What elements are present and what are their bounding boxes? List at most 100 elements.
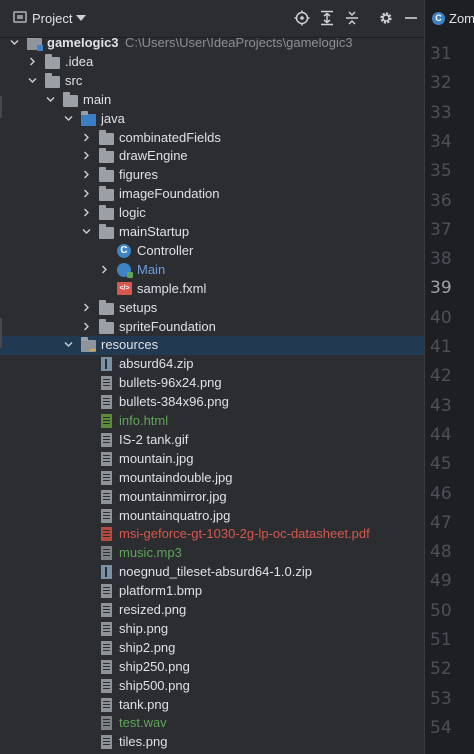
chevron-right-icon[interactable]: [82, 303, 91, 312]
chevron-right-icon[interactable]: [82, 151, 91, 160]
expand-all-icon[interactable]: [318, 10, 336, 28]
tree-item-label: setups: [119, 299, 158, 315]
chevron-right-icon[interactable]: [82, 170, 91, 179]
tree-item-label: resized.png: [119, 602, 187, 617]
chevron-right-icon[interactable]: [82, 322, 91, 331]
tree-item[interactable]: tiles.png: [0, 733, 424, 752]
tree-item[interactable]: setups: [0, 299, 424, 318]
tree-item-label: sample.fxml: [137, 280, 207, 296]
line-number: 37: [430, 219, 452, 240]
line-number: 51: [430, 630, 452, 650]
tree-item-label: tank.png: [119, 696, 169, 712]
tree-item[interactable]: tank.png: [0, 696, 424, 715]
tree-item[interactable]: logic: [0, 204, 424, 223]
tree-item[interactable]: resources: [0, 336, 424, 356]
tree-item-label: msi-geforce-gt-1030-2g-lp-oc-datasheet.p…: [119, 526, 370, 542]
html-file-icon: [99, 414, 114, 429]
chevron-right-icon[interactable]: [82, 208, 91, 217]
project-window-icon[interactable]: [13, 11, 27, 23]
tree-item-label: mountain.jpg: [119, 450, 194, 466]
tree-item[interactable]: platform1.bmp: [0, 582, 424, 601]
sidebar-edge-marker: [0, 318, 2, 348]
tree-item-label: mountainmirror.jpg: [119, 488, 227, 504]
tree-item[interactable]: </> sample.fxml: [0, 280, 424, 299]
tree-item[interactable]: drawEngine: [0, 147, 424, 166]
tree-item[interactable]: java: [0, 110, 424, 129]
tree-item[interactable]: figures: [0, 166, 424, 185]
tree-item-label: mountaindouble.jpg: [119, 469, 233, 485]
line-number: 41: [430, 337, 452, 357]
project-title[interactable]: Project: [32, 11, 72, 26]
tree-item[interactable]: combinatedFields: [0, 129, 424, 148]
locate-icon[interactable]: [293, 10, 311, 28]
chevron-down-icon[interactable]: [28, 76, 37, 85]
audio-file-icon: [99, 546, 114, 561]
project-tree[interactable]: gamelogic3 C:\Users\User\IdeaProjects\gam…: [0, 38, 424, 754]
tree-item[interactable]: spriteFoundation: [0, 318, 424, 337]
collapse-all-icon[interactable]: [343, 10, 361, 28]
tree-item[interactable]: info.html: [0, 412, 424, 431]
tree-item[interactable]: mountain.jpg: [0, 450, 424, 469]
tree-item-label: IS-2 tank.gif: [119, 431, 189, 447]
tree-item[interactable]: ship250.png: [0, 658, 424, 677]
chevron-right-icon[interactable]: [82, 189, 91, 198]
chevron-down-icon[interactable]: [46, 95, 55, 104]
tree-item[interactable]: absurd64.zip: [0, 355, 424, 374]
tree-item[interactable]: bullets-384x96.png: [0, 393, 424, 412]
tree-item[interactable]: gamelogic3 C:\Users\User\IdeaProjects\gam…: [0, 38, 424, 53]
tree-item[interactable]: ship500.png: [0, 677, 424, 696]
image-file-icon: [99, 395, 114, 410]
zip-file-icon: [99, 565, 114, 580]
tree-item-label: drawEngine: [119, 148, 188, 164]
sidebar-edge-marker: [0, 96, 2, 118]
tree-item[interactable]: IS-2 tank.gif: [0, 431, 424, 450]
chevron-right-icon[interactable]: [28, 57, 37, 66]
tree-item[interactable]: msi-geforce-gt-1030-2g-lp-oc-datasheet.p…: [0, 525, 424, 544]
project-path: C:\Users\User\IdeaProjects\gamelogic3: [125, 38, 353, 50]
chevron-down-icon[interactable]: [64, 340, 73, 349]
tree-item[interactable]: C Controller: [0, 242, 424, 261]
chevron-down-icon[interactable]: [76, 15, 86, 21]
tree-item[interactable]: mountainmirror.jpg: [0, 488, 424, 507]
tree-item[interactable]: mainStartup: [0, 223, 424, 242]
tree-item[interactable]: mountainquatro.jpg: [0, 507, 424, 526]
image-file-icon: [99, 621, 114, 637]
tree-item[interactable]: noegnud_tileset-absurd64-1.0.zip: [0, 563, 424, 582]
image-file-icon: [99, 376, 114, 391]
resources-folder-icon: [81, 337, 96, 353]
tree-item[interactable]: imageFoundation: [0, 185, 424, 204]
editor-tab-label: Zom: [449, 11, 474, 26]
tree-item-label: spriteFoundation: [119, 318, 216, 334]
line-number: 40: [430, 307, 452, 328]
tree-item[interactable]: mountaindouble.jpg: [0, 469, 424, 488]
tree-item[interactable]: ship.png: [0, 620, 424, 639]
tree-item[interactable]: test.wav: [0, 714, 424, 733]
chevron-down-icon[interactable]: [64, 114, 73, 123]
minimize-icon[interactable]: [402, 10, 420, 28]
tree-item[interactable]: music.mp3: [0, 544, 424, 563]
chevron-right-icon[interactable]: [82, 133, 91, 142]
chevron-down-icon[interactable]: [10, 38, 19, 47]
tree-item-label: mountainquatro.jpg: [119, 507, 231, 523]
line-number: 36: [430, 190, 452, 211]
editor-tab[interactable]: C Zom: [424, 0, 474, 38]
gear-icon[interactable]: [377, 10, 395, 28]
line-number: 33: [430, 102, 452, 123]
tree-item[interactable]: .idea: [0, 53, 424, 72]
tree-item-label: info.html: [119, 413, 169, 428]
tree-item[interactable]: Main: [0, 261, 424, 280]
chevron-down-icon[interactable]: [82, 227, 91, 236]
chevron-right-icon[interactable]: [100, 265, 109, 274]
tree-item-label: combinatedFields: [119, 129, 221, 145]
tree-item[interactable]: ship2.png: [0, 639, 424, 658]
line-number: 46: [430, 483, 452, 504]
tree-item[interactable]: bullets-96x24.png: [0, 374, 424, 393]
class-icon: C: [117, 243, 132, 259]
tree-item[interactable]: src: [0, 72, 424, 91]
tree-item[interactable]: main: [0, 91, 424, 110]
tree-item[interactable]: resized.png: [0, 601, 424, 620]
tree-item-label: Main: [137, 261, 166, 277]
tree-item-label: src: [65, 72, 83, 88]
folder-icon: [63, 91, 78, 108]
folder-icon: [99, 148, 114, 164]
